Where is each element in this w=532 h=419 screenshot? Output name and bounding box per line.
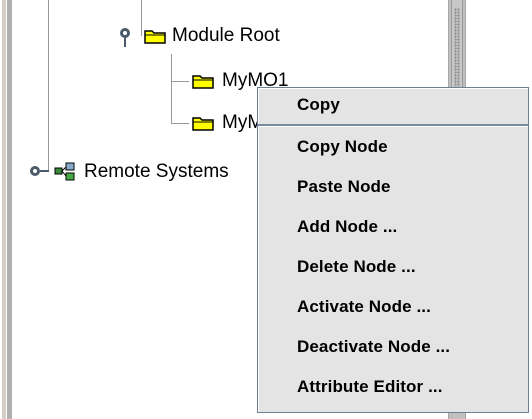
tree-node-label: Remote Systems bbox=[84, 161, 229, 182]
menu-item-attribute-editor[interactable]: Attribute Editor ... bbox=[258, 370, 528, 404]
tree-connector bbox=[48, 0, 49, 170]
folder-icon bbox=[192, 75, 214, 89]
network-systems-icon bbox=[54, 162, 75, 181]
tree-connector bbox=[171, 54, 172, 124]
expanded-toggle-icon[interactable] bbox=[118, 26, 132, 48]
folder-icon bbox=[144, 30, 166, 44]
menu-item-add-node[interactable]: Add Node ... bbox=[258, 210, 528, 244]
context-menu: Copy Copy Node Paste Node Add Node ... D… bbox=[257, 87, 529, 413]
collapsed-toggle-icon[interactable] bbox=[28, 164, 50, 178]
menu-item-delete-node[interactable]: Delete Node ... bbox=[258, 250, 528, 284]
tree-node-module-root[interactable]: Module Root bbox=[118, 24, 358, 50]
tree-node-label: Module Root bbox=[172, 25, 280, 46]
menu-item-copy-node[interactable]: Copy Node bbox=[258, 130, 528, 164]
tree-connector bbox=[171, 123, 189, 124]
tree-connector bbox=[171, 81, 189, 82]
menu-item-paste-node[interactable]: Paste Node bbox=[258, 170, 528, 204]
menu-separator bbox=[258, 124, 528, 127]
window-left-frame bbox=[0, 0, 14, 419]
scrollbar-thumb[interactable] bbox=[451, 0, 463, 100]
menu-item-deactivate-node[interactable]: Deactivate Node ... bbox=[258, 330, 528, 364]
menu-item-copy[interactable]: Copy bbox=[258, 88, 528, 122]
folder-icon bbox=[192, 117, 214, 131]
menu-item-activate-node[interactable]: Activate Node ... bbox=[258, 290, 528, 324]
